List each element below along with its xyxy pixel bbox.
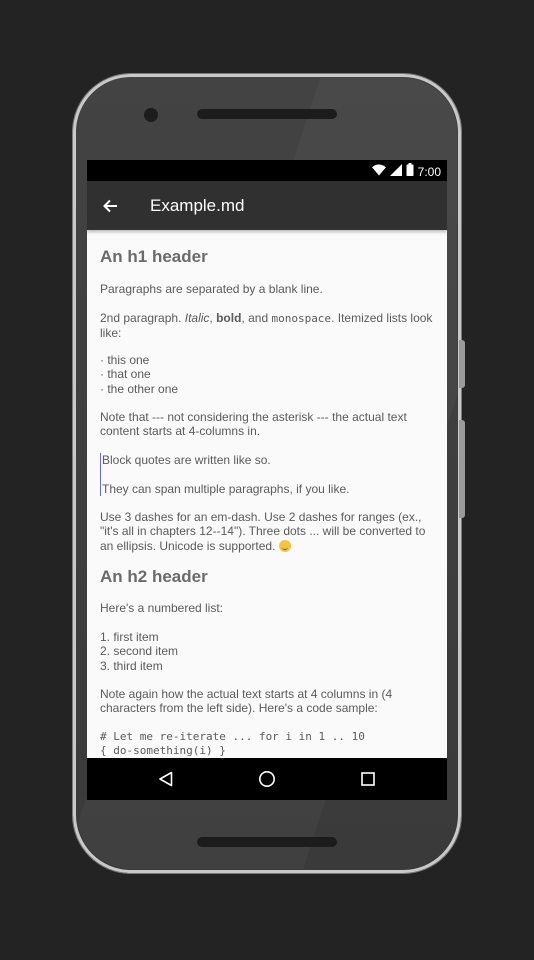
app-bar: Example.md (87, 181, 447, 230)
list-item: 2. second item (100, 644, 179, 659)
power-button (459, 340, 465, 388)
blockquote: Block quotes are written like so. They c… (100, 453, 436, 496)
numbered-list: 1. first item 2. second item 3. third it… (100, 630, 436, 673)
code-block: # Let me re-iterate ... for i in 1 .. 10… (100, 730, 436, 758)
doc-paragraph-3: Note that --- not considering the asteri… (100, 410, 407, 439)
list-item: · the other one (100, 381, 179, 396)
bold-text: bold (216, 311, 242, 325)
smile-emoji-icon (278, 539, 291, 552)
recents-square-icon[interactable] (355, 767, 381, 791)
arrow-back-icon[interactable] (97, 193, 123, 219)
doc-paragraph-1: Paragraphs are separated by a blank line… (100, 282, 323, 296)
back-triangle-icon[interactable] (153, 767, 179, 791)
battery-icon (406, 163, 414, 181)
markdown-preview[interactable]: An h1 header Paragraphs are separated by… (87, 230, 447, 758)
monospace-text: monospace (271, 312, 332, 325)
navigation-bar (87, 758, 447, 800)
status-time: 7:00 (417, 164, 441, 179)
doc-h2: An h2 header (100, 567, 208, 586)
status-bar: 7:00 (87, 160, 447, 181)
volume-button (459, 420, 465, 518)
doc-paragraph-5: Here's a numbered list: (100, 601, 224, 615)
list-item: · that one (100, 367, 151, 382)
earpiece-speaker (197, 109, 337, 119)
bullet-list: · this one · that one · the other one (100, 353, 436, 396)
front-camera (144, 108, 158, 122)
list-item: · this one (100, 353, 150, 367)
italic-text: Italic (184, 311, 210, 325)
blockquote-line-2: They can span multiple paragraphs, if yo… (102, 481, 350, 496)
home-circle-icon[interactable] (254, 767, 280, 791)
signal-icon (389, 163, 402, 181)
doc-paragraph-4: Use 3 dashes for an em-dash. Use 2 dashe… (100, 510, 426, 553)
code-line: # Let me re-iterate ... for i in 1 .. 10 (100, 730, 365, 743)
doc-paragraph-2: 2nd paragraph. Italic, bold, and monospa… (100, 311, 433, 341)
code-line: { do-something(i) } (100, 744, 226, 758)
phone-screen: 7:00 Example.md An h1 header Paragraphs … (87, 160, 447, 800)
page-title: Example.md (150, 196, 245, 215)
list-item: 3. third item (100, 658, 163, 673)
list-item: 1. first item (100, 630, 159, 644)
bottom-speaker (197, 837, 337, 847)
doc-paragraph-6: Note again how the actual text starts at… (100, 687, 393, 716)
doc-h1: An h1 header (100, 247, 208, 266)
wifi-icon (371, 163, 386, 181)
blockquote-line-1: Block quotes are written like so. (102, 453, 271, 467)
